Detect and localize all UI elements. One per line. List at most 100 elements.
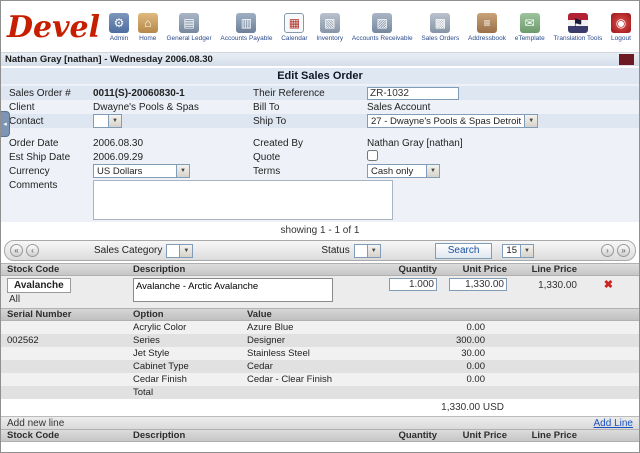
form-row: Est Ship Date 2006.09.29 Quote [1,150,639,164]
stock-warehouse: All [9,294,21,305]
contact-label: Contact [9,115,44,127]
nav-label: Translation Tools [553,35,603,42]
bill-to-label: Bill To [253,101,280,113]
order-date-value: 2006.08.30 [93,137,144,149]
col-option: Option [133,309,164,320]
sales-category-select[interactable]: ▼ [166,243,194,258]
nav-item-accounts-receivable[interactable]: ▨ Accounts Receivable [352,13,413,42]
nav-item-general-ledger[interactable]: ▤ General Ledger [167,13,212,42]
col-line-price: Line Price [531,264,577,275]
nav-label: Sales Orders [421,35,460,42]
add-line-link[interactable]: Add Line [594,418,639,429]
user-info: Nathan Gray [nathan] - Wednesday 2006.08… [5,54,213,65]
chevron-down-icon: ▼ [366,244,380,257]
terms-select[interactable]: Cash only ▼ [367,164,440,178]
their-reference-label: Their Reference [253,87,325,99]
option-price: 30.00 [461,348,485,359]
nav-item-calendar[interactable]: ▦ Calendar [281,13,308,42]
nav-label: Calendar [281,35,308,42]
nav-item-addressbook[interactable]: ≡ Addressbook [468,13,506,42]
est-ship-date-value: 2006.09.29 [93,151,144,163]
add-line-bar: Add new line Add Line [1,416,639,429]
contact-select[interactable]: ▼ [93,114,122,128]
nav-label: eTemplate [514,35,545,42]
sales-category-label: Sales Category [94,245,163,256]
status-label: Status [321,245,350,256]
quote-label: Quote [253,151,281,163]
search-button[interactable]: Search [434,242,493,259]
bill-to-value: Sales Account [367,101,431,113]
option-name: Acrylic Color [133,322,187,333]
quantity-input[interactable] [389,278,437,291]
col-unit-price: Unit Price [462,430,507,441]
ship-to-select[interactable]: 27 - Dwayne's Pools & Spas Detroit ▼ [367,114,539,128]
next-page-icon[interactable]: › [601,244,614,257]
quote-checkbox[interactable] [367,150,378,161]
ship-to-label: Ship To [253,115,287,127]
stock-code-button[interactable]: Avalanche [7,278,71,293]
client-value: Dwayne's Pools & Spas [93,101,199,113]
nav-item-sales-orders[interactable]: ▩ Sales Orders [421,13,459,42]
page-size-select[interactable]: 15 ▼ [502,243,534,258]
col-unit-price: Unit Price [462,264,507,275]
line-price-value: 1,330.00 [538,280,577,291]
nav-item-translation-tools[interactable]: ⚑ Translation Tools [553,13,602,42]
currency-select[interactable]: US Dollars ▼ [93,164,190,178]
option-row: Jet Style Stainless Steel 30.00 [1,347,639,360]
logout-icon: ◉ [610,13,631,33]
form-row: Order Date 2006.08.30 Created By Nathan … [1,136,639,150]
nav-item-etemplate[interactable]: ✉ eTemplate [515,13,545,42]
main-nav: ⚙ Admin ⌂ Home ▤ General Ledger ▥ Accoun… [109,13,631,42]
userbar-accent-block [619,54,634,65]
nav-item-inventory[interactable]: ▧ Inventory [316,13,343,42]
inventory-icon: ▧ [319,13,340,33]
nav-item-accounts-payable[interactable]: ▥ Accounts Payable [220,13,272,42]
line-table-header: Stock Code Description Quantity Unit Pri… [1,263,639,276]
nav-label: Accounts Receivable [351,35,413,42]
nav-label: Admin [109,35,129,42]
paging-summary: showing 1 - 1 of 1 [280,225,360,236]
nav-label: General Ledger [166,35,212,42]
comments-textarea[interactable] [93,180,393,220]
sales-order-value: 0011(S)-20060830-1 [93,87,185,99]
nav-item-admin[interactable]: ⚙ Admin [109,13,129,42]
option-name: Cedar Finish [133,374,187,385]
filter-bar: « ‹ Sales Category ▼ Status ▼ Search 15 … [4,240,636,261]
calendar-icon: ▦ [284,13,305,33]
col-stock-code: Stock Code [7,430,60,441]
client-label: Client [9,101,35,113]
form-row: Currency US Dollars ▼ Terms Cash only ▼ [1,164,639,178]
first-page-icon[interactable]: « [10,244,23,257]
col-line-price: Line Price [531,430,577,441]
sidebar-collapse-tab[interactable]: ◂ [1,111,10,137]
option-price: 0.00 [466,322,486,333]
admin-icon: ⚙ [109,13,129,33]
prev-page-icon[interactable]: ‹ [26,244,39,257]
options-table-header: Serial Number Option Value [1,308,639,321]
translation-tools-icon: ⚑ [567,13,588,33]
line-item-row: Avalanche All Avalanche - Arctic Avalanc… [1,276,639,308]
nav-item-home[interactable]: ⌂ Home [137,13,158,42]
line-description-textarea[interactable]: Avalanche - Arctic Avalanche [133,278,333,302]
delete-line-icon[interactable]: ✖ [604,279,613,291]
chevron-down-icon: ▼ [176,165,189,177]
user-bar: Nathan Gray [nathan] - Wednesday 2006.08… [1,53,639,68]
sales-orders-icon: ▩ [430,13,451,33]
last-page-icon[interactable]: » [617,244,630,257]
col-quantity: Quantity [398,430,437,441]
status-select[interactable]: ▼ [353,243,381,258]
option-row: Cedar Finish Cedar - Clear Finish 0.00 [1,373,639,386]
general-ledger-icon: ▤ [179,13,200,33]
option-name: Cabinet Type [133,361,189,372]
option-value: Cedar - Clear Finish [247,374,332,385]
their-reference-input[interactable] [367,86,459,100]
nav-item-logout[interactable]: ◉ Logout [610,13,631,42]
order-date-label: Order Date [9,137,59,149]
col-value: Value [247,309,272,320]
nav-label: Accounts Payable [220,35,273,42]
nav-label: Logout [611,35,631,42]
unit-price-input[interactable] [449,278,507,291]
order-total: 1,330.00 USD [441,402,504,413]
option-value: Cedar [247,361,273,372]
app-window: Devel ⚙ Admin ⌂ Home ▤ General Ledger ▥ … [0,0,640,453]
